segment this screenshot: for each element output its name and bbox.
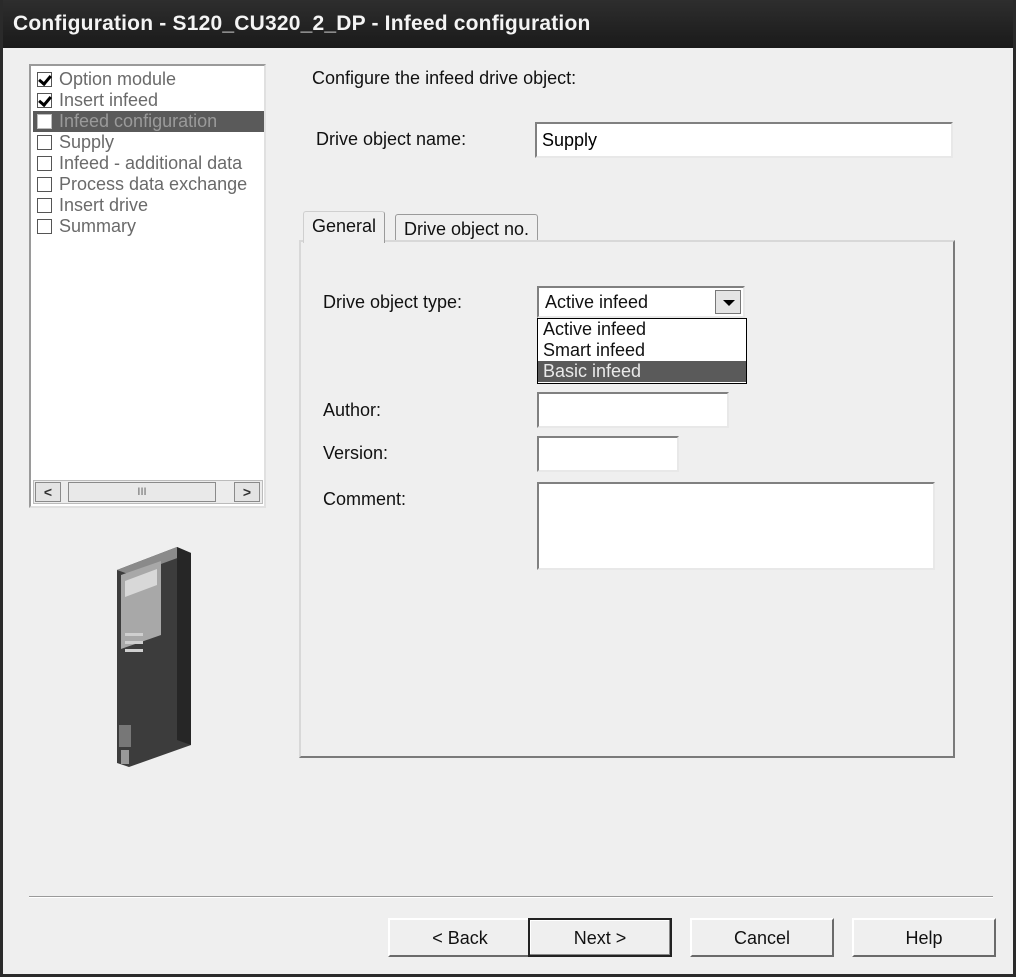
footer-separator <box>29 896 993 898</box>
step-label: Summary <box>59 216 137 236</box>
step-label: Option module <box>59 69 177 89</box>
step-checkbox[interactable] <box>37 219 52 234</box>
configure-prompt: Configure the infeed drive object: <box>312 68 577 88</box>
dropdown-option-basic-infeed[interactable]: Basic infeed <box>538 361 746 382</box>
drive-object-type-select[interactable]: Active infeed <box>537 286 745 318</box>
step-item-summary[interactable]: Summary <box>33 216 264 237</box>
drive-module-image <box>117 547 191 767</box>
drive-object-type-dropdown: Active infeed Smart infeed Basic infeed <box>537 318 747 384</box>
step-item-insert-drive[interactable]: Insert drive <box>33 195 264 216</box>
step-item-infeed-additional-data[interactable]: Infeed - additional data <box>33 153 264 174</box>
back-button[interactable]: < Back <box>388 918 532 957</box>
step-label: Supply <box>59 132 115 152</box>
drive-object-name-field[interactable] <box>535 122 953 158</box>
dropdown-option-active-infeed[interactable]: Active infeed <box>538 319 746 340</box>
scroll-thumb[interactable]: III <box>68 482 216 502</box>
step-item-option-module[interactable]: Option module <box>33 69 264 90</box>
dropdown-option-smart-infeed[interactable]: Smart infeed <box>538 340 746 361</box>
step-item-process-data-exchange[interactable]: Process data exchange <box>33 174 264 195</box>
step-label: Infeed - additional data <box>59 153 243 173</box>
step-item-supply[interactable]: Supply <box>33 132 264 153</box>
step-checkbox[interactable] <box>37 93 52 108</box>
step-checkbox[interactable] <box>37 156 52 171</box>
configuration-dialog: Configuration - S120_CU320_2_DP - Infeed… <box>0 0 1016 977</box>
author-label: Author: <box>323 400 382 420</box>
version-label: Version: <box>323 443 389 463</box>
drive-object-name-label: Drive object name: <box>316 129 467 149</box>
step-list: Option module Insert infeed Infeed confi… <box>29 64 266 508</box>
step-checkbox[interactable] <box>37 198 52 213</box>
scroll-left-icon[interactable]: < <box>35 482 61 502</box>
version-field[interactable] <box>537 436 679 472</box>
step-label: Insert infeed <box>59 90 159 110</box>
step-list-scrollbar[interactable]: < III > <box>33 480 263 504</box>
drive-object-type-label: Drive object type: <box>323 292 463 312</box>
help-button[interactable]: Help <box>852 918 996 957</box>
comment-field[interactable] <box>537 482 935 570</box>
scroll-right-icon[interactable]: > <box>234 482 260 502</box>
next-button[interactable]: Next > <box>528 918 672 957</box>
step-label: Process data exchange <box>59 174 248 194</box>
step-checkbox[interactable] <box>37 114 52 129</box>
comment-label: Comment: <box>323 489 407 509</box>
tab-general[interactable]: General <box>303 211 386 243</box>
step-checkbox[interactable] <box>37 177 52 192</box>
step-checkbox[interactable] <box>37 135 52 150</box>
step-item-infeed-configuration[interactable]: Infeed configuration <box>33 111 264 132</box>
step-label: Infeed configuration <box>59 111 218 131</box>
step-checkbox[interactable] <box>37 72 52 87</box>
step-item-insert-infeed[interactable]: Insert infeed <box>33 90 264 111</box>
author-field[interactable] <box>537 392 729 428</box>
drive-object-type-value: Active infeed <box>545 292 649 312</box>
step-label: Insert drive <box>59 195 149 215</box>
chevron-down-icon[interactable] <box>715 290 741 314</box>
window-title: Configuration - S120_CU320_2_DP - Infeed… <box>3 0 1013 48</box>
cancel-button[interactable]: Cancel <box>690 918 834 957</box>
